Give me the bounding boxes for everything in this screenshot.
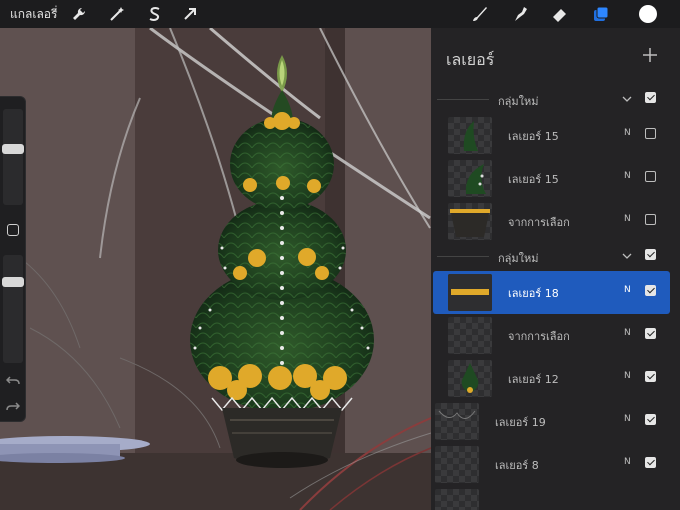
layers-panel: เลเยอร์ กลุ่มใหม่ เลเยอร์ 15 N เลเยอร์ 1…	[431, 28, 680, 510]
layer-row[interactable]: เลเยอร์ 12 N	[431, 357, 680, 400]
visibility-checkbox[interactable]	[645, 171, 656, 182]
blend-mode-label[interactable]: N	[624, 328, 631, 338]
blend-mode-label[interactable]: N	[624, 171, 631, 181]
wrench-icon[interactable]	[67, 2, 91, 26]
color-swatch-icon[interactable]	[636, 2, 660, 26]
top-toolbar: แกลเลอรี่	[0, 0, 680, 28]
blend-mode-label[interactable]: N	[624, 214, 631, 224]
layer-thumbnail	[448, 117, 492, 154]
layer-name: เลเยอร์ 12	[508, 373, 559, 386]
chevron-down-icon[interactable]	[621, 247, 633, 259]
visibility-checkbox[interactable]	[645, 128, 656, 139]
layer-thumbnail	[435, 489, 479, 510]
visibility-checkbox[interactable]	[645, 371, 656, 382]
layer-name: เลเยอร์ 18	[508, 287, 559, 300]
eraser-icon[interactable]	[548, 2, 572, 26]
layers-panel-title: เลเยอร์	[446, 50, 495, 69]
layer-row-selected[interactable]: เลเยอร์ 18 N	[433, 271, 670, 314]
layer-name: เลเยอร์ 19	[495, 416, 546, 429]
layer-name: จากการเลือก	[508, 216, 570, 229]
brush-size-thumb[interactable]	[2, 144, 24, 154]
layer-thumbnail	[448, 317, 492, 354]
redo-icon[interactable]	[6, 399, 21, 418]
blend-mode-label[interactable]: N	[624, 285, 631, 295]
layer-thumbnail	[448, 160, 492, 197]
smudge-icon[interactable]	[508, 2, 532, 26]
group-divider	[437, 256, 489, 257]
layer-thumbnail	[448, 274, 492, 311]
brush-icon[interactable]	[468, 2, 492, 26]
side-slider-bar	[0, 96, 26, 422]
layer-thumbnail	[435, 403, 479, 440]
layer-thumbnail	[448, 360, 492, 397]
layer-group-name: กลุ่มใหม่	[498, 95, 539, 108]
opacity-slider[interactable]	[3, 255, 23, 363]
modify-square-icon[interactable]	[7, 224, 19, 236]
group-divider	[437, 99, 489, 100]
brush-size-slider[interactable]	[3, 109, 23, 205]
add-layer-icon[interactable]	[640, 45, 660, 65]
visibility-checkbox[interactable]	[645, 328, 656, 339]
layer-name: เลเยอร์ 15	[508, 173, 559, 186]
layer-name: จากการเลือก	[508, 330, 570, 343]
blend-mode-label[interactable]: N	[624, 457, 631, 467]
magic-wand-icon[interactable]	[105, 2, 129, 26]
visibility-checkbox[interactable]	[645, 214, 656, 225]
layer-row[interactable]: เลเยอร์ 15 N	[431, 114, 680, 157]
layer-row[interactable]: เลเยอร์ 19 N	[431, 400, 680, 443]
gallery-button[interactable]: แกลเลอรี่	[10, 5, 66, 24]
layer-row[interactable]: จากการเลือก N	[431, 314, 680, 357]
transform-arrow-icon[interactable]	[178, 2, 202, 26]
opacity-thumb[interactable]	[2, 277, 24, 287]
blend-mode-label[interactable]: N	[624, 371, 631, 381]
layer-group-name: กลุ่มใหม่	[498, 252, 539, 265]
blend-mode-label[interactable]: N	[624, 414, 631, 424]
chevron-down-icon[interactable]	[621, 90, 633, 102]
visibility-checkbox[interactable]	[645, 285, 656, 296]
blend-mode-label[interactable]: N	[624, 128, 631, 138]
layer-row[interactable]: เลเยอร์ 8 N	[431, 443, 680, 486]
visibility-checkbox[interactable]	[645, 249, 656, 260]
undo-icon[interactable]	[5, 373, 20, 392]
layer-row[interactable]: เลเยอร์ 15 N	[431, 157, 680, 200]
layer-thumbnail	[435, 446, 479, 483]
layer-name: เลเยอร์ 8	[495, 459, 539, 472]
visibility-checkbox[interactable]	[645, 414, 656, 425]
layers-icon[interactable]	[589, 2, 613, 26]
layer-name: เลเยอร์ 15	[508, 130, 559, 143]
layer-row[interactable]	[431, 486, 680, 510]
visibility-checkbox[interactable]	[645, 457, 656, 468]
selection-s-icon[interactable]	[143, 2, 167, 26]
visibility-checkbox[interactable]	[645, 92, 656, 103]
